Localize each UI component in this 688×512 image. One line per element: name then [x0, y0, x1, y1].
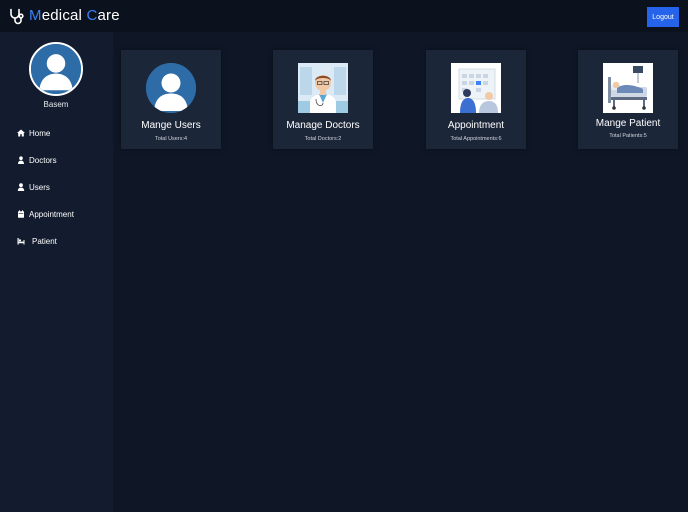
sidebar-item-home[interactable]: Home [17, 126, 50, 140]
calendar-icon [17, 210, 25, 218]
profile-name: Basem [43, 100, 69, 109]
sidebar-item-label: Doctors [29, 155, 57, 165]
sidebar-item-users[interactable]: Users [17, 180, 50, 194]
sidebar-item-label: Home [29, 128, 51, 138]
logout-button[interactable]: Logout [647, 7, 679, 27]
card-title: Appointment [447, 120, 505, 131]
card-manage-doctors[interactable]: Manage Doctors Total Doctors:2 [273, 50, 373, 149]
sidebar-item-patient[interactable]: Patient [17, 234, 57, 248]
user-avatar-image [146, 63, 196, 113]
sidebar-item-label: Appointment [29, 209, 74, 219]
card-manage-patients[interactable]: Mange Patient Total Patients:5 [578, 50, 678, 149]
doctor-illustration [298, 63, 348, 113]
stethoscope-icon [9, 8, 25, 25]
card-count: Total Users:4 [154, 136, 188, 142]
sidebar-item-doctors[interactable]: Doctors [17, 153, 57, 167]
avatar[interactable] [29, 42, 83, 96]
brand-word-1: edical [41, 7, 87, 24]
brand-logo[interactable]: Medical Care [9, 7, 120, 25]
brand-word-2: are [97, 7, 120, 24]
hospital-bed-icon [17, 237, 25, 245]
card-appointments[interactable]: Appointment Total Appointments:6 [426, 50, 526, 149]
top-navbar: Medical Care Logout [0, 0, 688, 32]
card-manage-users[interactable]: Mange Users Total Users:4 [121, 50, 221, 149]
card-title: Mange Patient [595, 118, 661, 129]
brand-initial-m: M [29, 7, 42, 24]
sidebar-item-appointment[interactable]: Appointment [17, 207, 74, 221]
appointment-illustration [451, 63, 501, 113]
card-count: Total Appointments:6 [450, 136, 502, 142]
brand-initial-c: C [86, 7, 98, 24]
sidebar-item-label: Patient [32, 236, 57, 246]
home-icon [17, 129, 25, 137]
sidebar-item-label: Users [29, 182, 50, 192]
brand-name: Medical Care [29, 7, 120, 25]
doctor-icon [17, 156, 25, 164]
card-count: Total Doctors:2 [304, 136, 342, 142]
card-title: Manage Doctors [286, 120, 360, 131]
card-title: Mange Users [141, 120, 201, 131]
user-icon [17, 183, 25, 191]
patient-bed-illustration [603, 63, 653, 113]
card-count: Total Patients:5 [609, 133, 647, 139]
